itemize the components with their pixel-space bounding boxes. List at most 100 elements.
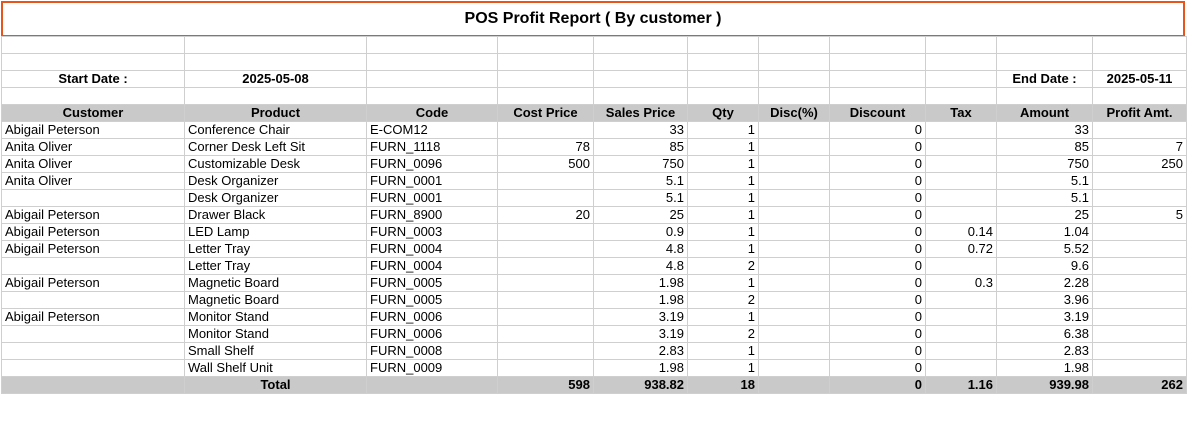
cell-customer[interactable]: Anita Oliver (1, 155, 185, 173)
cell-code[interactable]: E-COM12 (366, 121, 498, 139)
cell-sales-price[interactable]: 25 (593, 206, 688, 224)
cell-qty[interactable]: 1 (687, 121, 759, 139)
cell-profit-amt[interactable] (1092, 325, 1187, 343)
cell-amount[interactable]: 3.96 (996, 291, 1093, 309)
cell-disc-pct[interactable] (758, 342, 830, 360)
cell-cost-price[interactable] (497, 121, 594, 139)
cell-customer[interactable]: Abigail Peterson (1, 223, 185, 241)
cell-qty[interactable]: 2 (687, 257, 759, 275)
cell-tax[interactable] (925, 359, 997, 377)
cell-product[interactable]: Monitor Stand (184, 308, 367, 326)
cell-code[interactable]: FURN_0006 (366, 325, 498, 343)
cell-customer[interactable] (1, 291, 185, 309)
cell-qty[interactable]: 1 (687, 172, 759, 190)
cell-qty[interactable]: 1 (687, 189, 759, 207)
cell-sales-price[interactable]: 1.98 (593, 359, 688, 377)
cell-cost-price[interactable] (497, 189, 594, 207)
cell-customer[interactable]: Abigail Peterson (1, 240, 185, 258)
cell-product[interactable]: Wall Shelf Unit (184, 359, 367, 377)
cell-tax[interactable] (925, 325, 997, 343)
cell-amount[interactable]: 5.1 (996, 189, 1093, 207)
cell-discount[interactable]: 0 (829, 138, 926, 156)
cell-qty[interactable]: 1 (687, 359, 759, 377)
cell-sales-price[interactable]: 5.1 (593, 189, 688, 207)
cell-cost-price[interactable]: 500 (497, 155, 594, 173)
col-header-product[interactable]: Product (184, 104, 367, 122)
cell-sales-price[interactable]: 4.8 (593, 240, 688, 258)
cell-discount[interactable]: 0 (829, 223, 926, 241)
cell-disc-pct[interactable] (758, 223, 830, 241)
cell-amount[interactable]: 750 (996, 155, 1093, 173)
cell-code[interactable]: FURN_0009 (366, 359, 498, 377)
col-header-sales-price[interactable]: Sales Price (593, 104, 688, 122)
cell-amount[interactable]: 3.19 (996, 308, 1093, 326)
cell-product[interactable]: Drawer Black (184, 206, 367, 224)
cell-customer[interactable]: Anita Oliver (1, 172, 185, 190)
cell-disc-pct[interactable] (758, 257, 830, 275)
cell-sales-price[interactable]: 33 (593, 121, 688, 139)
cell-qty[interactable]: 1 (687, 342, 759, 360)
cell-code[interactable]: FURN_0004 (366, 240, 498, 258)
cell-discount[interactable]: 0 (829, 308, 926, 326)
cell-tax[interactable] (925, 121, 997, 139)
cell-tax[interactable]: 0.72 (925, 240, 997, 258)
cell-cost-price[interactable] (497, 274, 594, 292)
cell-qty[interactable]: 1 (687, 138, 759, 156)
cell-sales-price[interactable]: 3.19 (593, 325, 688, 343)
cell-qty[interactable]: 2 (687, 291, 759, 309)
cell-disc-pct[interactable] (758, 138, 830, 156)
cell-code[interactable]: FURN_0008 (366, 342, 498, 360)
cell-cost-price[interactable] (497, 223, 594, 241)
cell-qty[interactable]: 1 (687, 223, 759, 241)
cell-cost-price[interactable] (497, 291, 594, 309)
cell-qty[interactable]: 2 (687, 325, 759, 343)
cell-tax[interactable]: 0.14 (925, 223, 997, 241)
cell-sales-price[interactable]: 5.1 (593, 172, 688, 190)
cell-disc-pct[interactable] (758, 121, 830, 139)
cell-cost-price[interactable]: 20 (497, 206, 594, 224)
cell-tax[interactable] (925, 138, 997, 156)
cell-tax[interactable] (925, 342, 997, 360)
cell-code[interactable]: FURN_0005 (366, 274, 498, 292)
cell-disc-pct[interactable] (758, 359, 830, 377)
cell-profit-amt[interactable] (1092, 291, 1187, 309)
cell-cost-price[interactable] (497, 172, 594, 190)
cell-discount[interactable]: 0 (829, 359, 926, 377)
cell-customer[interactable]: Abigail Peterson (1, 274, 185, 292)
cell-discount[interactable]: 0 (829, 291, 926, 309)
cell-discount[interactable]: 0 (829, 240, 926, 258)
cell-sales-price[interactable]: 4.8 (593, 257, 688, 275)
cell-discount[interactable]: 0 (829, 257, 926, 275)
cell-tax[interactable] (925, 308, 997, 326)
cell-disc-pct[interactable] (758, 189, 830, 207)
cell-sales-price[interactable]: 1.98 (593, 274, 688, 292)
cell-product[interactable]: Letter Tray (184, 257, 367, 275)
cell-customer[interactable]: Abigail Peterson (1, 308, 185, 326)
cell-amount[interactable]: 5.52 (996, 240, 1093, 258)
cell-amount[interactable]: 6.38 (996, 325, 1093, 343)
cell-profit-amt[interactable]: 7 (1092, 138, 1187, 156)
cell-amount[interactable]: 5.1 (996, 172, 1093, 190)
cell-cost-price[interactable] (497, 308, 594, 326)
col-header-cost-price[interactable]: Cost Price (497, 104, 594, 122)
cell-code[interactable]: FURN_8900 (366, 206, 498, 224)
cell-code[interactable]: FURN_0003 (366, 223, 498, 241)
cell-sales-price[interactable]: 1.98 (593, 291, 688, 309)
cell-qty[interactable]: 1 (687, 240, 759, 258)
cell-tax[interactable] (925, 257, 997, 275)
cell-product[interactable]: Monitor Stand (184, 325, 367, 343)
cell-disc-pct[interactable] (758, 274, 830, 292)
cell-disc-pct[interactable] (758, 206, 830, 224)
cell-product[interactable]: Conference Chair (184, 121, 367, 139)
cell-qty[interactable]: 1 (687, 155, 759, 173)
cell-product[interactable]: Desk Organizer (184, 189, 367, 207)
cell-discount[interactable]: 0 (829, 155, 926, 173)
cell-customer[interactable] (1, 359, 185, 377)
cell-code[interactable]: FURN_1118 (366, 138, 498, 156)
cell-amount[interactable]: 1.98 (996, 359, 1093, 377)
cell-profit-amt[interactable] (1092, 342, 1187, 360)
col-header-qty[interactable]: Qty (687, 104, 759, 122)
col-header-customer[interactable]: Customer (1, 104, 185, 122)
col-header-discount[interactable]: Discount (829, 104, 926, 122)
cell-disc-pct[interactable] (758, 172, 830, 190)
